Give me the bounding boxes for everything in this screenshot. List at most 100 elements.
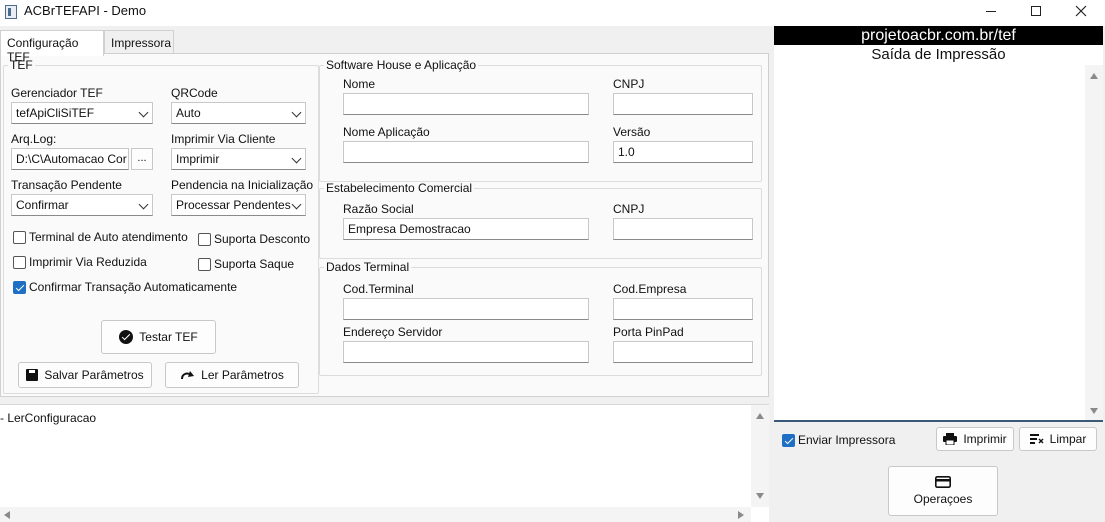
dados-terminal-legend: Dados Terminal <box>326 260 410 274</box>
cod-empresa-label: Cod.Empresa <box>613 282 687 296</box>
gerenciador-select[interactable]: tefApiCliSiTEF <box>11 102 153 124</box>
auto-atendimento-checkbox[interactable]: Terminal de Auto atendimento <box>13 230 188 244</box>
salvar-label: Salvar Parâmetros <box>44 368 144 382</box>
suporta-saque-label: Suporta Saque <box>214 257 295 271</box>
checkbox-box <box>13 230 26 244</box>
scroll-up-icon <box>1090 73 1098 79</box>
redo-icon <box>181 370 195 379</box>
site-header: projetoacbr.com.br/tef <box>774 26 1103 45</box>
cod-empresa-input[interactable] <box>613 298 753 320</box>
gerenciador-label: Gerenciador TEF <box>11 86 103 100</box>
enviar-impressora-label: Enviar Impressora <box>798 433 896 447</box>
printer-icon <box>943 433 958 445</box>
chevron-down-icon <box>291 107 302 118</box>
imprimir-via-select[interactable]: Imprimir <box>171 148 306 170</box>
maximize-button[interactable] <box>1013 0 1059 22</box>
suporta-desconto-checkbox[interactable]: Suporta Desconto <box>198 232 310 246</box>
minimize-icon <box>986 10 996 12</box>
tab-panel-configuracao: TEF Gerenciador TEF tefApiCliSiTEF QRCod… <box>0 53 769 397</box>
gerenciador-value: tefApiCliSiTEF <box>16 106 95 120</box>
arqlog-input[interactable]: D:\C\Automacao Cor <box>11 148 129 170</box>
enviar-impressora-checkbox[interactable]: Enviar Impressora <box>782 433 895 447</box>
tab-configuracao-tef[interactable]: Configuração TEF <box>0 30 104 64</box>
via-reduzida-checkbox[interactable]: Imprimir Via Reduzida <box>13 255 147 269</box>
print-controls: Enviar Impressora Imprimir Limpar Operaç… <box>774 422 1105 522</box>
qrcode-label: QRCode <box>171 86 218 100</box>
auto-atendimento-label: Terminal de Auto atendimento <box>29 230 188 244</box>
est-cnpj-input[interactable] <box>613 218 753 240</box>
limpar-label: Limpar <box>1049 432 1087 446</box>
arqlog-label: Arq.Log: <box>11 132 57 146</box>
close-button[interactable] <box>1058 0 1104 22</box>
cod-terminal-label: Cod.Terminal <box>343 282 414 296</box>
scroll-down-icon <box>1090 408 1098 414</box>
software-house-group: Software House e Aplicação <box>319 58 762 182</box>
chevron-down-icon <box>138 107 149 118</box>
window-title: ACBrTEFAPI - Demo <box>24 3 147 18</box>
checkbox-checked-icon <box>782 433 795 447</box>
tab-impressora[interactable]: Impressora <box>104 30 174 54</box>
cod-terminal-input[interactable] <box>343 298 589 320</box>
testar-tef-button[interactable]: Testar TEF <box>101 320 216 354</box>
confirmar-auto-checkbox[interactable]: Confirmar Transação Automaticamente <box>13 280 237 294</box>
scroll-down-icon <box>756 493 764 499</box>
versao-label: Versão <box>613 125 651 139</box>
log-vertical-scrollbar[interactable] <box>751 405 769 507</box>
testar-tef-label: Testar TEF <box>139 330 198 344</box>
imprimir-via-value: Imprimir <box>176 152 220 166</box>
checkbox-box <box>198 257 211 271</box>
save-icon <box>26 369 39 381</box>
ler-label: Ler Parâmetros <box>201 368 284 382</box>
pendencia-select[interactable]: Processar Pendentes <box>171 194 306 216</box>
endereco-servidor-label: Endereço Servidor <box>343 325 443 339</box>
confirmar-auto-label: Confirmar Transação Automaticamente <box>29 280 238 294</box>
estabelecimento-legend: Estabelecimento Comercial <box>326 181 473 195</box>
software-house-legend: Software House e Aplicação <box>326 58 477 72</box>
imprimir-label: Imprimir <box>963 432 1007 446</box>
minimize-button[interactable] <box>968 0 1014 22</box>
chevron-down-icon <box>291 199 302 210</box>
razao-social-input[interactable]: Empresa Demostracao <box>343 218 589 240</box>
endereco-servidor-input[interactable] <box>343 341 589 363</box>
limpar-button[interactable]: Limpar <box>1019 427 1097 451</box>
print-output-memo[interactable] <box>774 65 1103 421</box>
card-icon <box>935 476 951 488</box>
sh-cnpj-input[interactable] <box>613 93 753 115</box>
close-icon <box>1075 5 1087 17</box>
saida-impressao-title: Saída de Impressão <box>774 45 1103 65</box>
suporta-saque-checkbox[interactable]: Suporta Saque <box>198 257 294 271</box>
sh-cnpj-label: CNPJ <box>613 77 645 91</box>
chevron-down-icon <box>138 199 149 210</box>
ler-parametros-button[interactable]: Ler Parâmetros <box>165 362 299 388</box>
app-icon <box>5 5 17 19</box>
scroll-up-icon <box>756 413 764 419</box>
browse-button[interactable]: ... <box>131 148 153 170</box>
salvar-parametros-button[interactable]: Salvar Parâmetros <box>18 362 152 388</box>
log-horizontal-scrollbar[interactable] <box>0 507 751 522</box>
operacoes-button[interactable]: Operaçoes <box>888 466 998 516</box>
pendencia-value: Processar Pendentes <box>176 198 291 212</box>
checkbox-checked-icon <box>13 280 26 294</box>
versao-input[interactable]: 1.0 <box>613 141 753 163</box>
nome-input[interactable] <box>343 93 589 115</box>
nome-aplicacao-label: Nome Aplicação <box>343 125 430 139</box>
porta-pinpad-input[interactable] <box>613 341 753 363</box>
qrcode-select[interactable]: Auto <box>171 102 306 124</box>
via-reduzida-label: Imprimir Via Reduzida <box>29 255 147 269</box>
print-vertical-scrollbar[interactable] <box>1085 65 1103 421</box>
transacao-select[interactable]: Confirmar <box>11 194 153 216</box>
suporta-desconto-label: Suporta Desconto <box>214 232 311 246</box>
est-cnpj-label: CNPJ <box>613 202 645 216</box>
log-memo[interactable]: - LerConfiguracao <box>0 404 769 522</box>
operacoes-label: Operaçoes <box>913 492 973 506</box>
scroll-right-icon <box>738 511 744 519</box>
imprimir-button[interactable]: Imprimir <box>936 427 1014 451</box>
nome-label: Nome <box>343 77 376 91</box>
scroll-left-icon <box>4 511 10 519</box>
imprimir-via-label: Imprimir Via Cliente <box>171 132 276 146</box>
log-line: - LerConfiguracao <box>0 411 97 425</box>
pendencia-label: Pendencia na Inicialização <box>171 178 314 192</box>
nome-aplicacao-input[interactable] <box>343 141 589 163</box>
clear-icon <box>1029 433 1044 444</box>
check-circle-icon <box>119 330 134 344</box>
